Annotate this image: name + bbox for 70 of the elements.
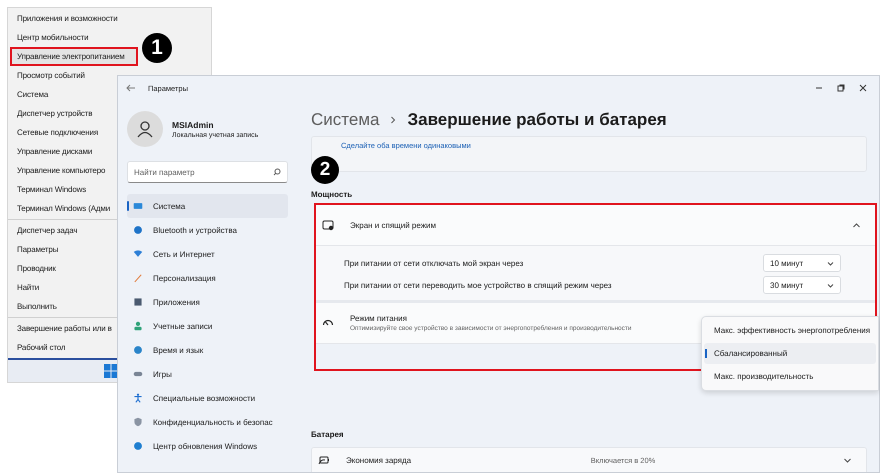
windows-logo-icon[interactable] [104,364,118,378]
back-arrow-icon[interactable] [126,83,136,93]
setting-label: При питании от сети переводить мое устройство в спящий режим через [344,280,612,290]
chevron-right-icon [389,116,398,124]
nav-icon [133,345,143,355]
nav-item[interactable]: Игры [127,362,288,386]
nav-item[interactable]: Приложения [127,290,288,314]
chevron-icon [852,220,861,230]
search-field[interactable]: Найти параметр [127,161,288,183]
setting-label: При питании от сети отключать мой экран через [344,258,524,268]
avatar [127,111,163,147]
battery-leaf-icon [318,454,330,466]
nav-item[interactable]: Bluetooth и устройства [127,218,288,242]
setting-title: Режим питания [350,314,408,323]
close-icon[interactable] [859,84,867,92]
dropdown-option[interactable]: Макс. эффективность энергопотребления [704,320,876,341]
dropdown-option[interactable]: Макс. производительность [704,366,876,387]
nav-item[interactable]: Учетные записи [127,314,288,338]
nav-item[interactable]: Центр обновления Windows [127,434,288,458]
dropdown[interactable]: 30 минут [763,276,841,294]
nav-icon [133,417,143,427]
user-name: MSIAdmin [172,120,215,130]
menu-item[interactable]: Терминал Windows (Адми [10,199,110,218]
nav-item[interactable]: Система [127,194,288,218]
nav-icon [133,369,143,379]
menu-item[interactable]: Проводник [10,259,56,278]
dropdown-option[interactable]: Сбалансированный [704,343,876,364]
nav-icon [133,297,143,307]
menu-item[interactable]: Управление компьютеро [10,161,106,180]
nav-icon [133,321,143,331]
section-title: Мощность [311,190,354,199]
nav-item[interactable]: Конфиденциальность и безопас [127,410,288,434]
menu-item[interactable]: Выполнить [10,297,57,316]
menu-item[interactable]: Приложения и возможности [10,9,118,28]
chevron-down-icon[interactable] [842,456,852,464]
nav-item[interactable]: Сеть и Интернет [127,242,288,266]
menu-item[interactable]: Сетевые подключения [10,123,98,142]
monitor-moon-icon [322,219,334,231]
chevron-down-icon [827,282,834,288]
nav-item[interactable]: Персонализация [127,266,288,290]
menu-item[interactable]: Управление электропитанием [10,47,138,66]
dropdown[interactable]: 10 минут [763,254,841,272]
menu-item[interactable]: Система [10,85,48,104]
setting-title: Экономия заряда [346,456,412,464]
restore-icon[interactable] [837,84,845,92]
menu-item[interactable]: Диспетчер задач [10,221,78,240]
menu-item[interactable]: Центр мобильности [10,28,88,47]
nav-icon [133,249,143,259]
nav-icon [133,393,143,403]
search-icon [273,168,281,176]
menu-item[interactable]: Просмотр событий [10,66,85,85]
section-title: Батарея [311,430,345,439]
nav-icon [133,201,143,211]
menu-item[interactable]: Параметры [10,240,58,259]
menu-item[interactable]: Найти [10,278,40,297]
page-title: Завершение работы и батарея [407,110,667,130]
menu-item[interactable]: Завершение работы или в [10,319,112,338]
menu-item[interactable]: Управление дисками [10,142,92,161]
nav-item[interactable]: Специальные возможности [127,386,288,410]
nav-icon [133,441,143,451]
callout-number: 2 [311,156,339,184]
nav-icon [133,273,143,283]
chevron-down-icon [827,260,834,266]
breadcrumb-parent[interactable]: Система [311,110,380,130]
menu-item[interactable]: Диспетчер устройств [10,104,92,123]
nav-icon [133,225,143,235]
nav-item[interactable]: Время и язык [127,338,288,362]
menu-item[interactable]: Рабочий стол [10,338,66,357]
menu-item[interactable]: Терминал Windows [10,180,86,199]
expander-header[interactable]: Экран и спящий режим [316,205,875,246]
